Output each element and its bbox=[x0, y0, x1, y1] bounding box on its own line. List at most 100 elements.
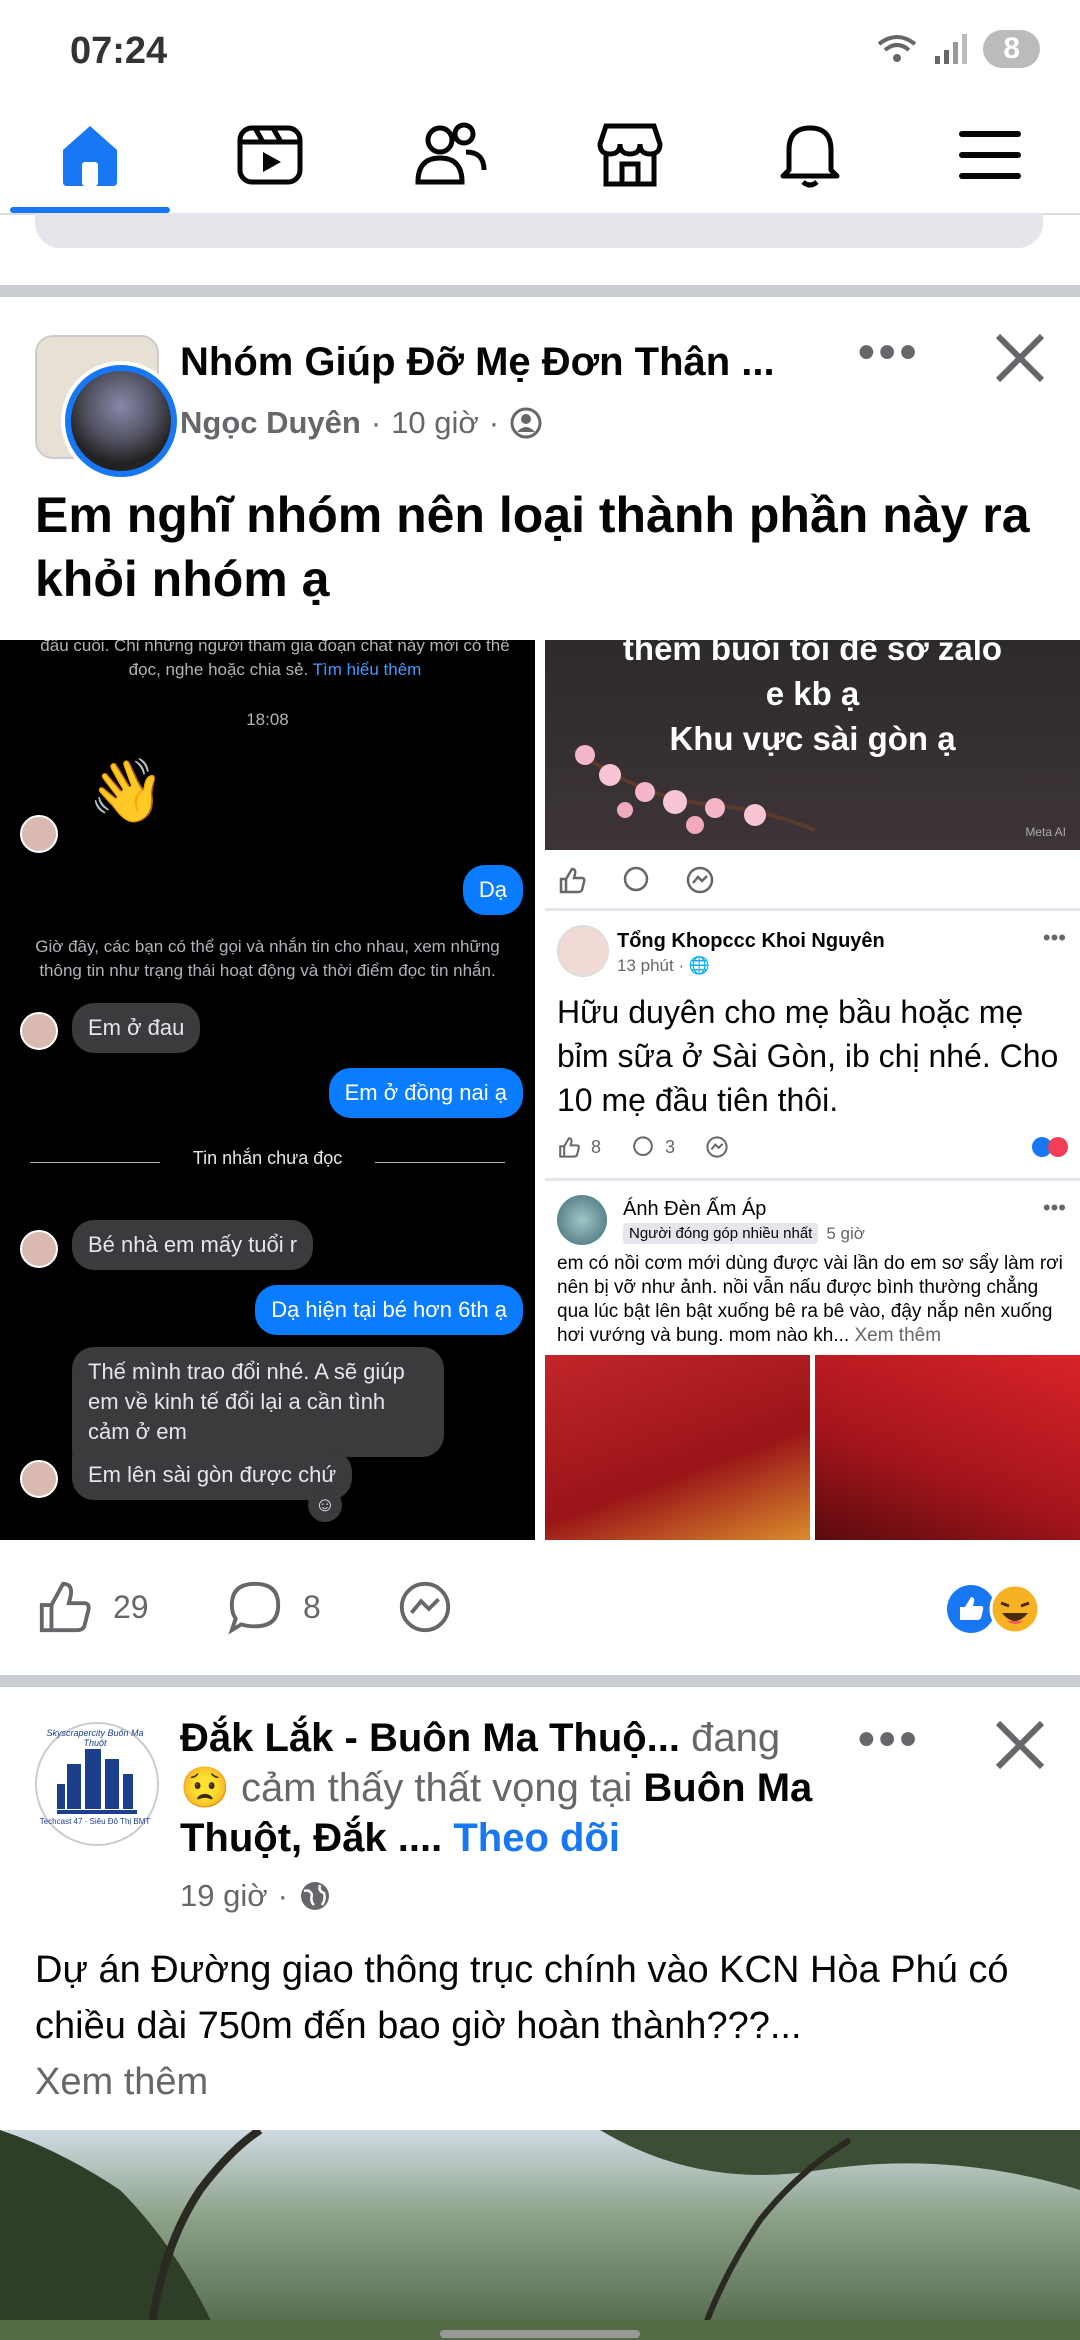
nav-marketplace[interactable] bbox=[570, 105, 690, 205]
wifi-icon bbox=[878, 35, 917, 62]
feeling-prefix: đang bbox=[691, 1716, 781, 1760]
nav-menu[interactable] bbox=[930, 105, 1050, 205]
unread-label: Tin nhắn chưa đọc bbox=[192, 1148, 343, 1168]
chat-notice: đấu cuối. Chỉ những người tham gia đoạn … bbox=[40, 640, 510, 682]
poster-text: em có nồi cơm mới dùng được vài lần do e… bbox=[557, 1252, 1072, 1348]
message-received: Em ở đau bbox=[72, 1003, 201, 1053]
meme-image: thêm buổi tối để sờ zalo e kb ạ Khu vực … bbox=[545, 640, 1080, 850]
comments-count: 3 bbox=[665, 1136, 676, 1157]
composer-box[interactable] bbox=[35, 213, 1043, 248]
message-received: Bé nhà em mấy tuổi r bbox=[72, 1220, 314, 1270]
poster-meta: Người đóng góp nhiều nhất 5 giờ bbox=[623, 1223, 865, 1244]
logo-text-bottom: Techcast 47 · Siêu Đô Thị BMT bbox=[39, 1817, 151, 1826]
trees-illustration bbox=[0, 2130, 1080, 2340]
messenger-share-icon[interactable] bbox=[395, 1578, 455, 1636]
poster-name: Ánh Đèn Ấm Áp bbox=[623, 1198, 767, 1220]
poster-text: Hữu duyên cho mẹ bầu hoặc mẹ bỉm sữa ở S… bbox=[557, 994, 1059, 1118]
video-icon bbox=[237, 125, 303, 185]
more-options-icon[interactable]: ••• bbox=[858, 1712, 920, 1767]
globe-icon bbox=[300, 1882, 329, 1910]
top-navigation bbox=[0, 95, 1080, 215]
see-more-link[interactable]: Xem thêm bbox=[35, 2061, 208, 2103]
group-privacy-icon bbox=[510, 407, 542, 439]
home-icon bbox=[63, 126, 117, 186]
group-name[interactable]: Nhóm Giúp Đỡ Mẹ Đơn Thân ... bbox=[180, 340, 780, 385]
reaction-icon: ☺ bbox=[308, 1488, 342, 1522]
divider bbox=[0, 1675, 1080, 1687]
friends-icon bbox=[415, 122, 487, 185]
message-received: Em lên sài gòn được chứ bbox=[72, 1450, 353, 1500]
nav-video[interactable] bbox=[210, 105, 330, 205]
learn-more-link: Tìm hiểu thêm bbox=[312, 660, 422, 679]
menu-icon bbox=[959, 131, 1021, 179]
post-meta: Ngọc Duyên · 10 giờ · bbox=[180, 405, 543, 441]
unread-divider-right bbox=[375, 1162, 505, 1163]
message-sent: Em ở đồng nai ạ bbox=[328, 1068, 523, 1118]
top-contributor-badge: Người đóng góp nhiều nhất bbox=[623, 1223, 819, 1244]
chat-info: Giờ đây, các bạn có thể gọi và nhắn tin … bbox=[35, 937, 500, 980]
meta-separator: · bbox=[277, 1878, 288, 1913]
reaction-icons bbox=[1032, 1137, 1068, 1157]
meta-separator: · bbox=[488, 405, 500, 440]
post2-text: Dự án Đường giao thông trục chính vào KC… bbox=[35, 1942, 1045, 2110]
more-options-icon[interactable]: ••• bbox=[858, 325, 920, 380]
messenger-icon bbox=[686, 866, 714, 894]
post2-header: Đắk Lắk - Buôn Ma Thuộ... đang 😟 cảm thấ… bbox=[180, 1713, 820, 1863]
nav-notifications[interactable] bbox=[750, 105, 870, 205]
page-name[interactable]: Đắk Lắk - Buôn Ma Thuộ... bbox=[180, 1716, 680, 1760]
rice-cooker-photo bbox=[815, 1355, 1080, 1540]
like-action[interactable]: 29 bbox=[35, 1578, 149, 1636]
signal-icon bbox=[935, 34, 968, 64]
sender-avatar bbox=[20, 1230, 58, 1268]
divider bbox=[545, 908, 1080, 911]
sender-avatar bbox=[20, 1012, 58, 1050]
like-icon bbox=[559, 1137, 580, 1158]
close-icon[interactable] bbox=[990, 1715, 1050, 1775]
follow-button[interactable]: Theo dõi bbox=[453, 1816, 620, 1860]
reaction-summary[interactable] bbox=[945, 1583, 1041, 1635]
post-time[interactable]: 19 giờ bbox=[180, 1878, 268, 1914]
post-text: Em nghĩ nhóm nên loại thành phần này ra … bbox=[35, 487, 1030, 607]
poster-text-body: em có nồi cơm mới dùng được vài lần do e… bbox=[557, 1253, 1063, 1346]
chat-notice-text: đấu cuối. Chỉ những người tham gia đoạn … bbox=[40, 640, 510, 679]
image-credit: Meta AI bbox=[1025, 825, 1066, 839]
sad-emoji: 😟 bbox=[180, 1766, 230, 1810]
comment-action[interactable]: 8 bbox=[225, 1578, 321, 1636]
battery-indicator: 8 bbox=[983, 30, 1040, 68]
chat-screenshot[interactable]: đấu cuối. Chỉ những người tham gia đoạn … bbox=[0, 640, 535, 1540]
poster-name: Tổng Khopccc Khoi Nguyên bbox=[617, 930, 885, 952]
close-icon[interactable] bbox=[990, 328, 1050, 388]
see-more-link: Xem thêm bbox=[854, 1325, 942, 1346]
likes-count: 29 bbox=[113, 1588, 149, 1625]
nav-friends[interactable] bbox=[390, 105, 510, 205]
sender-avatar bbox=[20, 1460, 58, 1498]
divider bbox=[545, 1178, 1080, 1181]
sender-avatar bbox=[20, 815, 58, 853]
mini-actions bbox=[557, 865, 715, 895]
author-name[interactable]: Ngọc Duyên bbox=[180, 405, 361, 441]
notifications-icon bbox=[780, 125, 840, 188]
comment-icon bbox=[623, 866, 649, 892]
comment-icon bbox=[633, 1136, 653, 1156]
poster-stats: 8 3 bbox=[557, 1135, 729, 1159]
poster-time: 13 phút · 🌐 bbox=[617, 956, 711, 975]
messenger-icon bbox=[706, 1136, 728, 1158]
message-received: Thế mình trao đổi nhé. A sẽ giúp em về k… bbox=[72, 1347, 444, 1457]
nav-home[interactable] bbox=[30, 105, 150, 205]
like-icon bbox=[559, 867, 586, 894]
clock: 07:24 bbox=[70, 30, 168, 72]
post2-photo[interactable] bbox=[0, 2130, 1080, 2340]
divider bbox=[0, 285, 1080, 297]
post2-meta: 19 giờ · bbox=[180, 1878, 332, 1914]
facebook-screenshot[interactable]: thêm buổi tối để sờ zalo e kb ạ Khu vực … bbox=[545, 640, 1080, 1540]
poster-avatar bbox=[557, 1195, 607, 1245]
like-icon bbox=[39, 1581, 91, 1633]
comment-icon bbox=[228, 1581, 281, 1635]
meta-separator: · bbox=[370, 405, 382, 440]
post-time[interactable]: 10 giờ bbox=[391, 405, 479, 441]
more-options-icon: ••• bbox=[1042, 1195, 1066, 1220]
chat-timestamp: 18:08 bbox=[246, 710, 289, 729]
haha-reaction-icon bbox=[989, 1583, 1041, 1635]
author-avatar[interactable] bbox=[65, 365, 177, 477]
status-bar: 07:24 8 bbox=[0, 0, 1080, 95]
